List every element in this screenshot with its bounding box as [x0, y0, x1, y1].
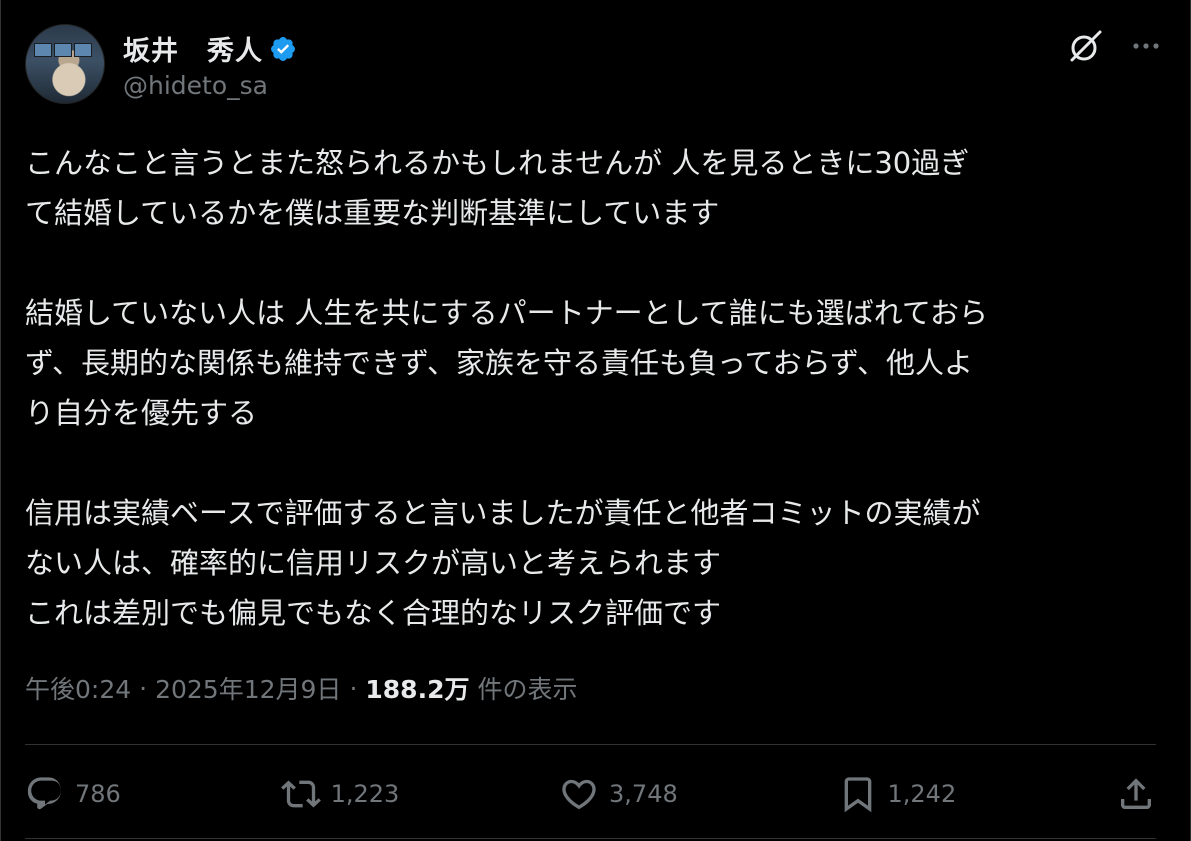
share-icon: [1120, 778, 1151, 809]
tweet-paragraph: 信用は実績ベースで評価すると言いましたが責任と他者コミットの実績が ない人は、確…: [25, 496, 981, 630]
share-button[interactable]: [1116, 774, 1156, 814]
repost-count: 1,223: [330, 780, 400, 808]
author-names: 坂井 秀人 @hideto_sa: [123, 29, 297, 100]
more-options-icon[interactable]: [1130, 30, 1162, 62]
action-bar: 786 1,223 3,748 1,242: [25, 768, 1156, 820]
meta-separator: ·: [349, 673, 358, 703]
bookmark-count: 1,242: [887, 780, 957, 808]
divider: [25, 744, 1156, 745]
reply-icon: [27, 777, 62, 810]
author-display-name[interactable]: 坂井 秀人: [123, 29, 263, 68]
repost-button[interactable]: 1,223: [280, 774, 400, 814]
meta-separator: ·: [139, 673, 148, 703]
tweet-paragraph: 結婚していない人は 人生を共にするパートナーとして誰にも選ばれておら ず、長期的…: [25, 296, 989, 430]
divider: [25, 838, 1156, 839]
tweet-body: こんなこと言うとまた怒られるかもしれませんが 人を見るときに30過ぎ て結婚して…: [25, 138, 1175, 638]
author-handle[interactable]: @hideto_sa: [123, 71, 297, 100]
reply-button[interactable]: 786: [25, 774, 121, 814]
reply-count: 786: [75, 780, 121, 808]
bookmark-icon: [844, 777, 871, 813]
bookmark-button[interactable]: 1,242: [838, 774, 957, 814]
tweet-header: 坂井 秀人 @hideto_sa: [25, 24, 297, 104]
tweet-paragraph: こんなこと言うとまた怒られるかもしれませんが 人を見るときに30過ぎ て結婚して…: [25, 146, 970, 230]
views-label: 件の表示: [477, 675, 578, 704]
top-actions: [1068, 28, 1162, 64]
like-button[interactable]: 3,748: [559, 774, 678, 814]
grok-icon[interactable]: [1068, 28, 1104, 64]
repost-icon: [280, 780, 321, 808]
views-count[interactable]: 188.2万: [365, 670, 469, 706]
avatar[interactable]: [25, 24, 105, 104]
tweet-card: 坂井 秀人 @hideto_sa こんなこと言うとまた怒られるかもしれませんが …: [0, 0, 1191, 841]
tweet-date[interactable]: 2025年12月9日: [155, 670, 341, 706]
like-icon: [562, 779, 596, 810]
verified-badge-icon: [271, 36, 295, 61]
like-count: 3,748: [609, 780, 678, 808]
tweet-meta: 午後0:24 · 2025年12月9日 · 188.2万 件の表示: [25, 670, 577, 706]
tweet-time[interactable]: 午後0:24: [25, 670, 131, 706]
